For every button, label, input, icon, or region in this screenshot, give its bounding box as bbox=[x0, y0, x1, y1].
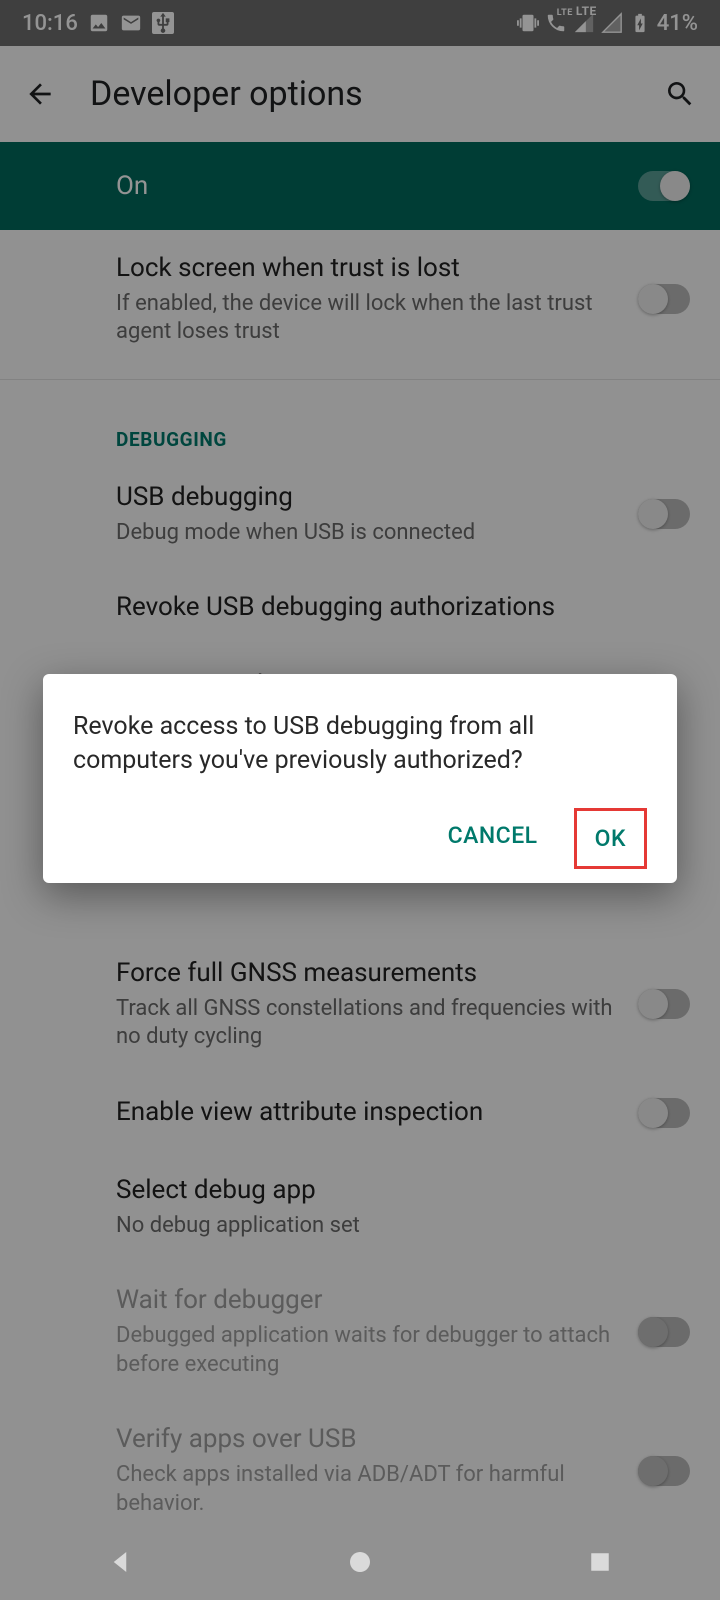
nav-home-icon[interactable] bbox=[345, 1547, 375, 1581]
cancel-button[interactable]: CANCEL bbox=[430, 808, 556, 869]
confirm-dialog: Revoke access to USB debugging from all … bbox=[43, 674, 677, 883]
dialog-message: Revoke access to USB debugging from all … bbox=[73, 710, 647, 778]
nav-back-icon[interactable] bbox=[105, 1547, 135, 1581]
navigation-bar bbox=[0, 1528, 720, 1600]
ok-button[interactable]: OK bbox=[574, 808, 647, 869]
nav-recent-icon[interactable] bbox=[585, 1547, 615, 1581]
